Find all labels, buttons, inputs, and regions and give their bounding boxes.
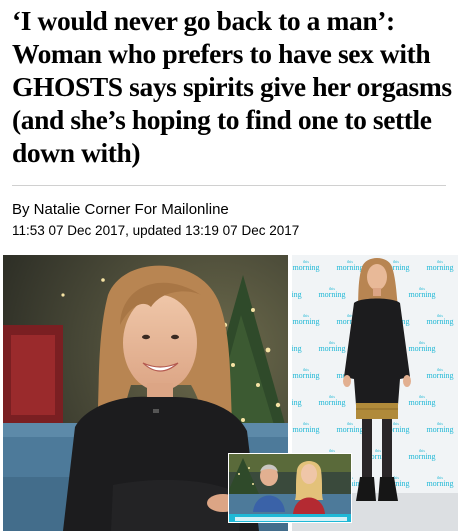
backdrop-logo-word: morning: [408, 290, 435, 299]
backdrop-logo-word: morning: [292, 263, 319, 272]
backdrop-logo-word: morning: [408, 398, 435, 407]
backdrop-logo-word: morning: [426, 425, 453, 434]
article-dateline: 11:53 07 Dec 2017, updated 13:19 07 Dec …: [12, 223, 300, 238]
backdrop-logo-word: morning: [292, 425, 319, 434]
backdrop-logo-word: morning: [408, 452, 435, 461]
backdrop-logo-word: morning: [292, 317, 319, 326]
backdrop-logo-word: morning: [318, 344, 345, 353]
backdrop-logo-word: morning: [426, 371, 453, 380]
backdrop-logo-word: morning: [318, 398, 345, 407]
backdrop-logo-word: morning: [292, 371, 319, 380]
backdrop-logo-word: morning: [336, 425, 363, 434]
backdrop-logo-word: morning: [292, 398, 302, 407]
backdrop-logo-word: morning: [426, 263, 453, 272]
backdrop-logo-word: morning: [426, 479, 453, 488]
backdrop-logo-word: morning: [318, 290, 345, 299]
article-headline: ‘I would never go back to a man’: Woman …: [12, 5, 452, 168]
article-byline[interactable]: By Natalie Corner For Mailonline: [12, 201, 229, 219]
backdrop-logo-word: morning: [292, 344, 302, 353]
backdrop-logo-word: morning: [292, 290, 302, 299]
backdrop-logo-word: morning: [336, 263, 363, 272]
tv-studio-inset: [228, 453, 352, 523]
backdrop-logo-word: morning: [426, 317, 453, 326]
backdrop-logo-word: morning: [408, 344, 435, 353]
headline-divider: [12, 185, 446, 186]
